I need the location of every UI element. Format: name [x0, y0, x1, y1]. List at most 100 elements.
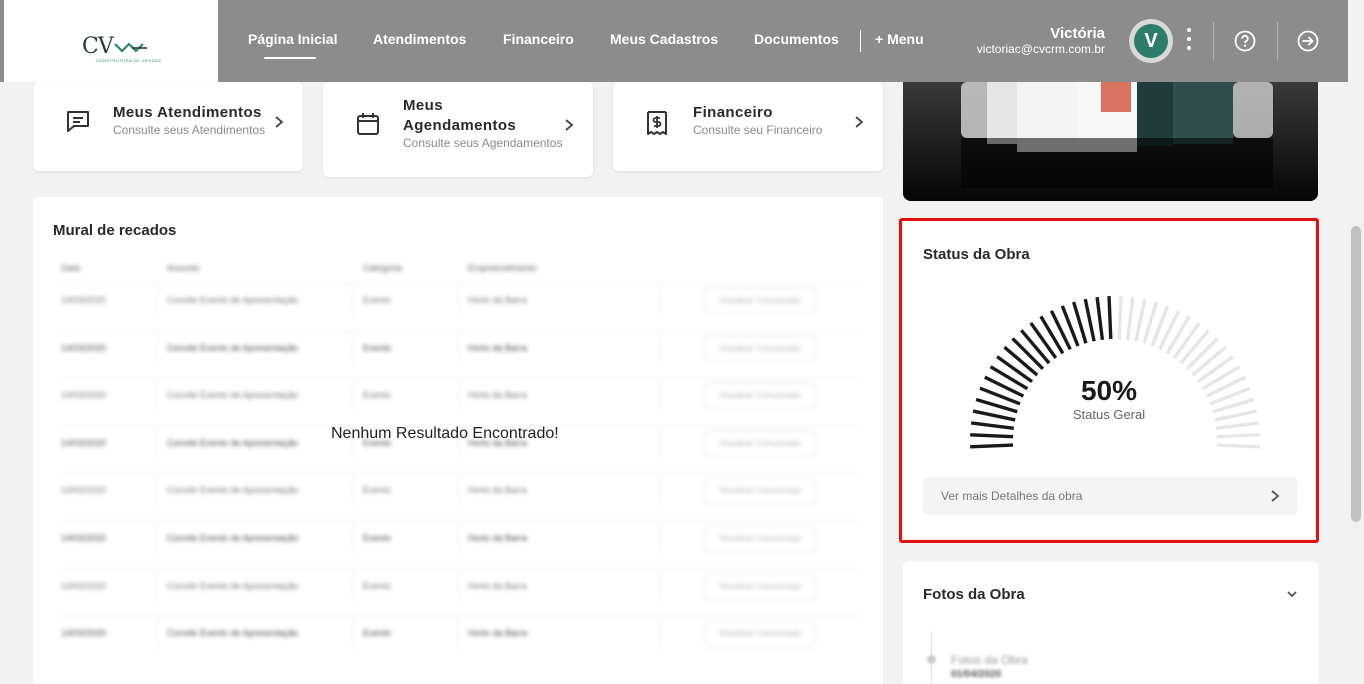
column-header: Categoria [363, 263, 403, 273]
logo-wave-icon [114, 42, 147, 53]
timeline-dot [927, 655, 936, 664]
view-notice-button[interactable]: Visualizar Comunicado [705, 478, 815, 505]
fotos-da-obra-card: Fotos da Obra Fotos da Obra 01/04/2020 [903, 561, 1318, 684]
table-cell-divider [353, 571, 354, 602]
logo-text: CV [82, 34, 114, 59]
table-row-divider [61, 473, 859, 475]
cell-subject: Convite Evento de Apresentação [167, 580, 299, 591]
mural-de-recados-panel: Mural de recados Data Assunto Categoria … [33, 197, 883, 684]
top-navigation-bar: CV CONSTRUTORA DE VENDAS Página Inicial … [0, 0, 1348, 82]
logo-subtext: CONSTRUTORA DE VENDAS [96, 58, 162, 63]
nav-financeiro[interactable]: Financeiro [503, 31, 574, 47]
table-cell-divider [157, 476, 158, 507]
cell-date: 14/03/2020 [61, 580, 107, 591]
cell-date: 14/03/2020 [61, 485, 107, 496]
cell-category: Evento [363, 295, 392, 305]
table-cell-divider [353, 333, 354, 364]
view-notice-button[interactable]: Visualizar Comunicado [705, 430, 815, 457]
chevron-right-icon [855, 116, 864, 128]
table-cell-divider [157, 619, 158, 650]
table-cell-divider [458, 333, 459, 364]
view-notice-button[interactable]: Visualizar Comunicado [705, 526, 815, 552]
cell-category: Evento [363, 485, 392, 496]
cell-development: Horto da Barra [468, 485, 528, 496]
column-header: Empreendimento [468, 263, 537, 273]
table-cell-divider [157, 381, 158, 412]
cell-development: Horto da Barra [468, 580, 528, 591]
promo-graphic [903, 82, 1318, 201]
table-row-divider [61, 568, 859, 570]
fotos-item-date: 01/04/2020 [951, 669, 1002, 680]
table-cell-divider [458, 619, 459, 650]
view-notice-button[interactable]: Visualizar Comunicado [705, 383, 815, 410]
cell-category: Evento [363, 533, 392, 543]
table-cell-divider [353, 381, 354, 412]
calendar-icon [357, 113, 379, 135]
chevron-right-icon [565, 119, 574, 131]
table-cell-divider [659, 619, 660, 650]
card-title: Meus Atendimentos [113, 104, 262, 121]
chevron-down-icon[interactable] [1286, 589, 1298, 599]
table-cell-divider [659, 381, 660, 412]
table-row-divider [61, 521, 859, 522]
card-subtitle: Consulte seus Agendamentos [403, 136, 563, 150]
cell-date: 14/03/2020 [61, 628, 107, 639]
app-promo-image [903, 82, 1318, 201]
table-cell-divider [659, 333, 660, 364]
view-notice-button[interactable]: Visualizar Comunicado [705, 335, 815, 362]
table-cell-divider [458, 571, 459, 602]
logout-icon[interactable] [1297, 30, 1319, 52]
user-email: victoriac@cvcrm.com.br [976, 42, 1105, 56]
table-row-divider [61, 283, 859, 284]
kebab-menu-icon[interactable] [1181, 28, 1197, 54]
nav-meus-cadastros[interactable]: Meus Cadastros [610, 31, 718, 47]
view-notice-button[interactable]: Visualizar Comunicado [705, 573, 815, 600]
highlight-box [899, 218, 1319, 543]
header-divider [1213, 22, 1214, 60]
table-cell-divider [659, 571, 660, 602]
cell-category: Evento [363, 580, 392, 591]
card-financeiro[interactable]: Financeiro Consulte seu Financeiro [613, 82, 883, 171]
cell-development: Horto da Barra [468, 390, 528, 401]
table-cell-divider [353, 476, 354, 507]
card-meus-agendamentos[interactable]: Meus Agendamentos Consulte seus Agendame… [323, 82, 593, 177]
view-notice-button[interactable]: Visualizar Comunicado [705, 288, 815, 314]
card-subtitle: Consulte seu Financeiro [693, 123, 823, 137]
scrollbar-thumb[interactable] [1351, 226, 1361, 522]
cell-category: Evento [363, 342, 392, 353]
card-title: Meus Agendamentos [403, 97, 517, 134]
table-cell-divider [458, 476, 459, 507]
cell-subject: Convite Evento de Apresentação [167, 437, 299, 448]
cell-development: Horto da Barra [468, 342, 528, 353]
fotos-title: Fotos da Obra [923, 586, 1025, 603]
cell-date: 14/03/2020 [61, 533, 107, 543]
card-subtitle: Consulte seus Atendimentos [113, 123, 266, 137]
header-divider-2 [1277, 22, 1278, 60]
nav-documentos[interactable]: Documentos [754, 31, 839, 47]
table-cell-divider [157, 428, 158, 459]
table-cell-divider [458, 524, 459, 554]
logo[interactable]: CV CONSTRUTORA DE VENDAS [4, 0, 218, 82]
card-title: Financeiro [693, 104, 773, 121]
table-cell-divider [659, 428, 660, 459]
card-meus-atendimentos[interactable]: Meus Atendimentos Consulte seus Atendime… [33, 82, 303, 171]
cell-category: Evento [363, 628, 392, 639]
table-cell-divider [659, 476, 660, 507]
cell-development: Horto da Barra [468, 628, 528, 639]
view-notice-button[interactable]: Visualizar Comunicado [705, 621, 815, 648]
table-cell-divider [458, 286, 459, 316]
table-cell-divider [353, 286, 354, 316]
table-row-divider [61, 330, 859, 332]
nav-atendimentos[interactable]: Atendimentos [373, 31, 466, 47]
fotos-item-label[interactable]: Fotos da Obra [951, 653, 1028, 667]
avatar[interactable]: V [1129, 19, 1173, 63]
help-circle-icon[interactable] [1234, 30, 1256, 52]
table-cell-divider [659, 524, 660, 554]
nav-pagina-inicial[interactable]: Página Inicial [248, 31, 337, 47]
nav-more-menu[interactable]: + Menu [875, 31, 924, 47]
table-cell-divider [659, 286, 660, 316]
user-name: Victória [1050, 25, 1105, 42]
cell-subject: Convite Evento de Apresentação [167, 485, 299, 496]
avatar-initial: V [1134, 24, 1168, 58]
finance-icon [647, 111, 667, 135]
